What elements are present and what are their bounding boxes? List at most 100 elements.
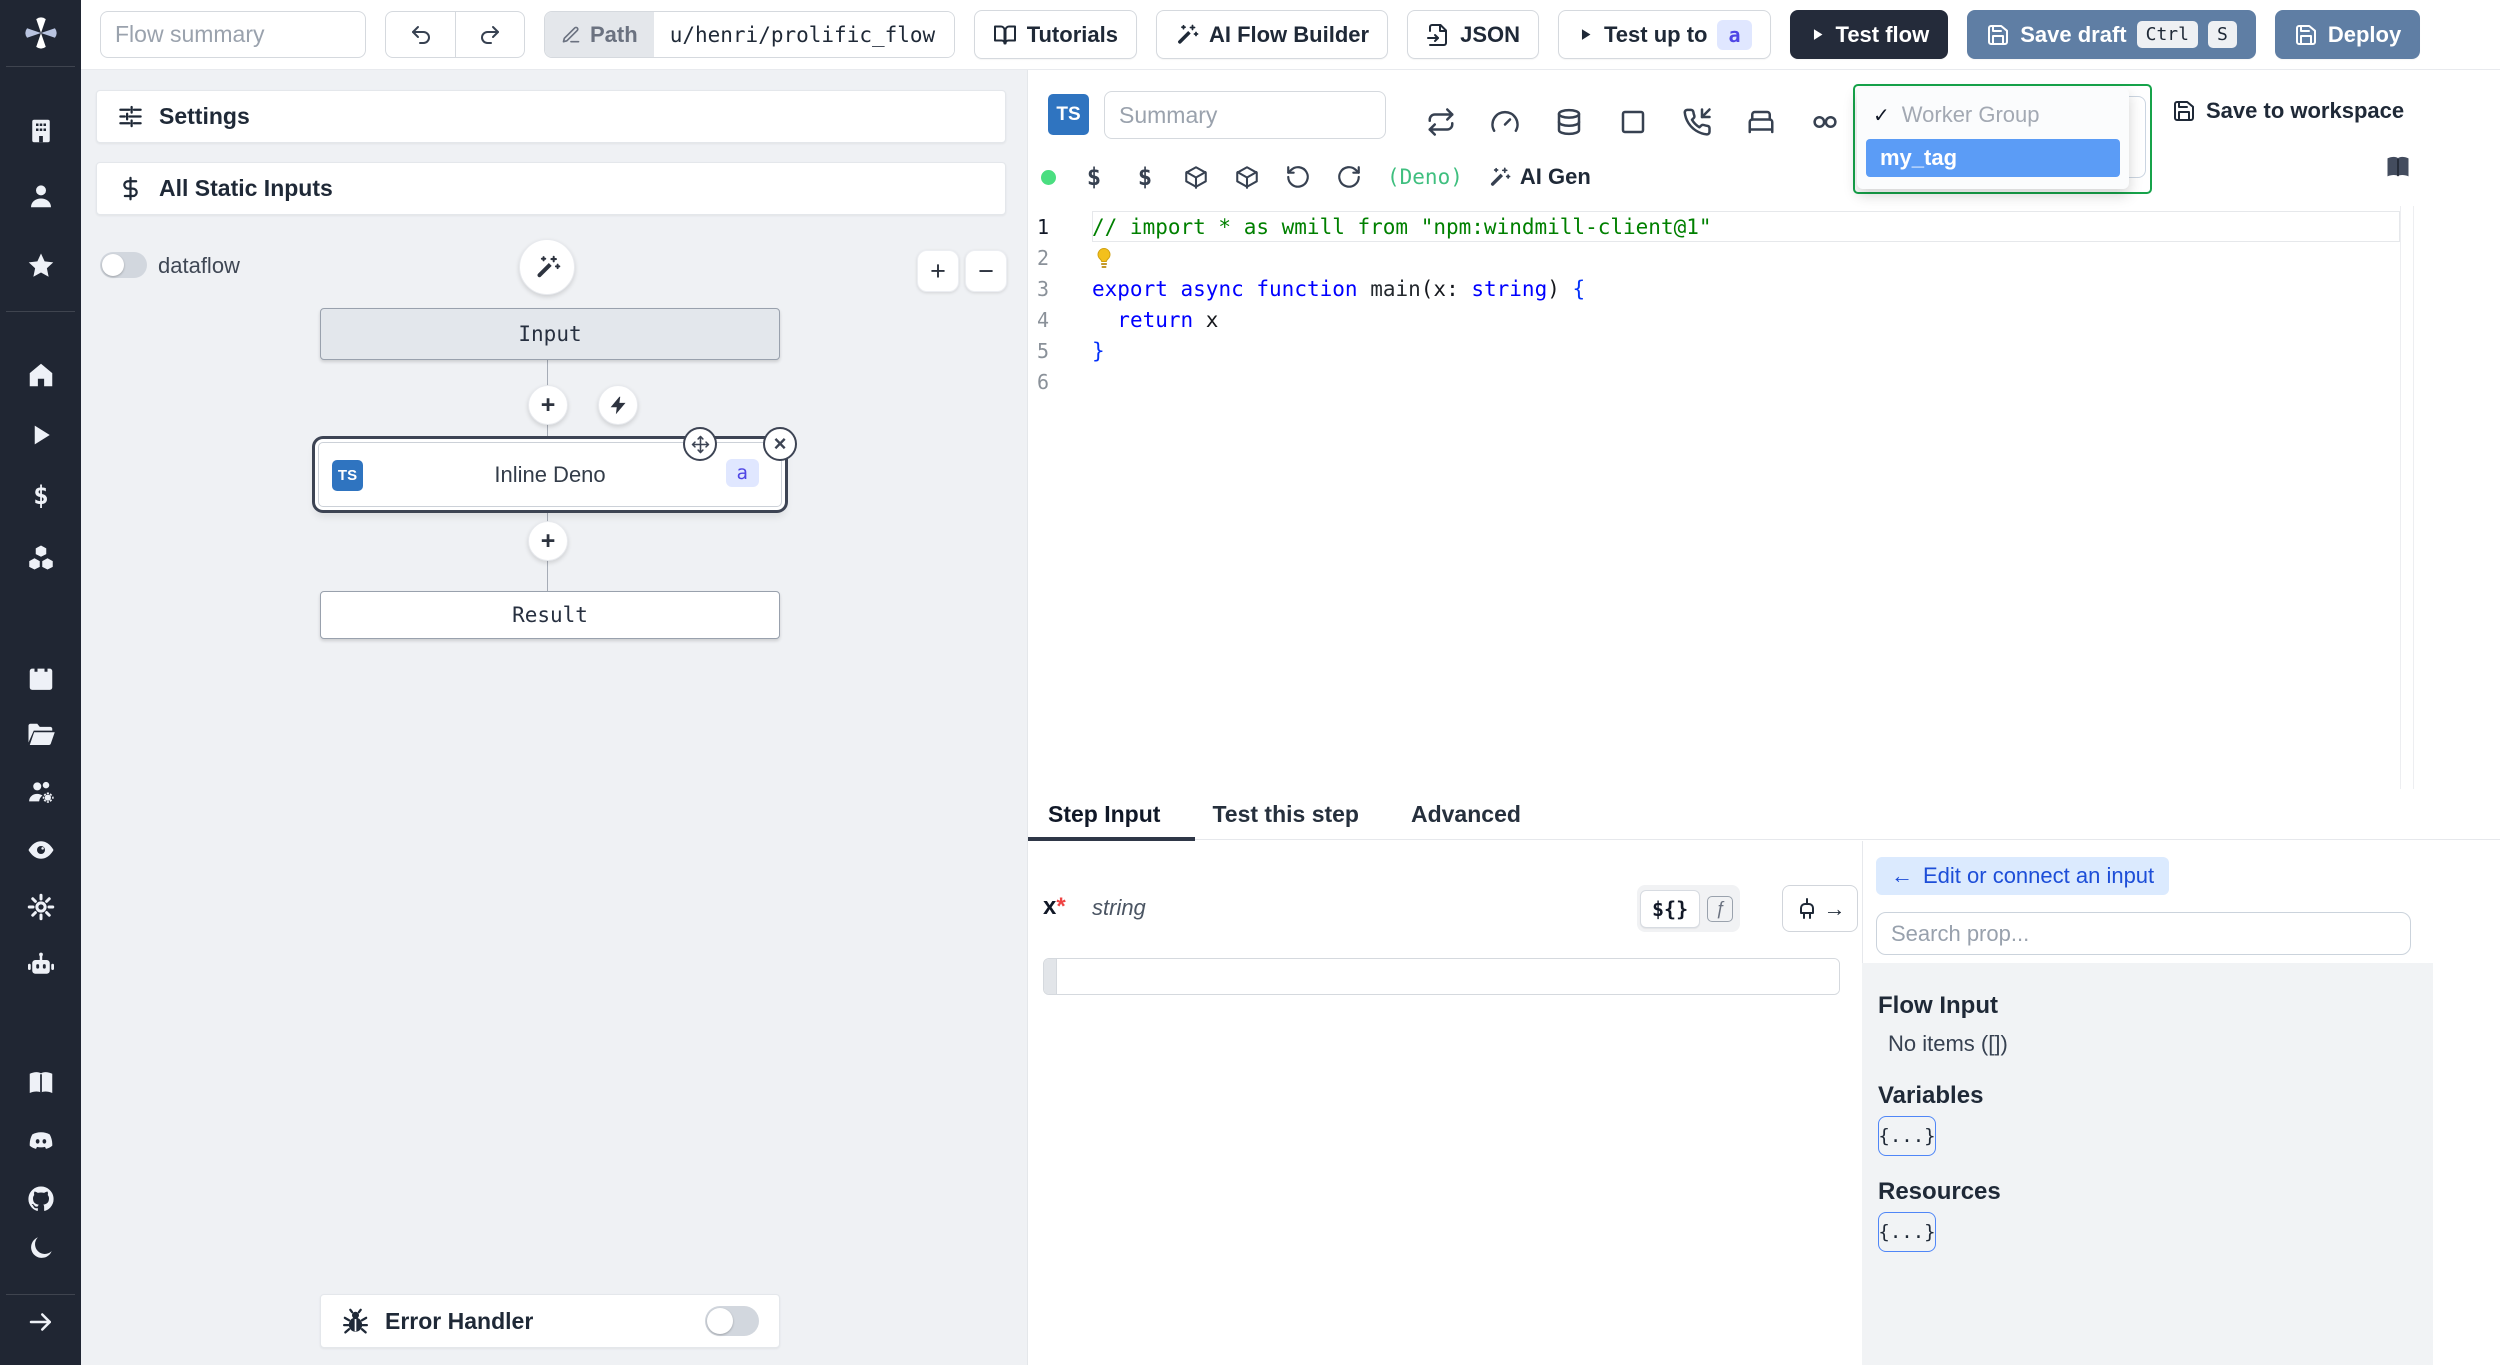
save-to-workspace-button[interactable]: Save to workspace [2172,98,2404,124]
step-settings-toolbar [1426,107,1840,137]
check-icon: ✓ [1873,104,1890,127]
deploy-button[interactable]: Deploy [2274,10,2421,59]
gear-icon[interactable] [26,892,56,922]
flow-node-result[interactable]: Result [320,591,780,639]
test-up-to-button[interactable]: Test up to a [1558,10,1771,59]
redo-button[interactable] [455,12,524,57]
editor-edge-divider [2413,206,2414,789]
eye-icon[interactable] [26,835,56,865]
error-handler-toggle[interactable] [705,1306,759,1336]
moon-icon[interactable] [26,1233,56,1263]
save-icon [2172,99,2196,123]
docs-book-icon[interactable] [2384,154,2412,182]
editor-action-icons: $ $ [1081,163,1362,191]
book-open-icon [993,23,1017,47]
all-static-inputs-row[interactable]: All Static Inputs [96,162,1006,215]
tab-test-this-step[interactable]: Test this step [1212,801,1359,828]
flow-settings-row[interactable]: Settings [96,90,1006,143]
arrow-right-icon: → [1823,895,1846,921]
worker-group-menu-header[interactable]: ✓ Worker Group [1857,97,2129,133]
undo-button[interactable] [386,12,455,57]
input-mode-toggle-group: ${} ƒ [1637,885,1741,932]
ai-gen-button[interactable]: AI Gen [1488,164,1591,190]
function-mode-button[interactable]: ƒ [1703,894,1737,924]
building-icon[interactable] [26,116,56,146]
resources-object-button[interactable]: {...} [1878,1212,1936,1252]
error-handler-row[interactable]: Error Handler [320,1294,780,1348]
dollar-icon[interactable]: $ [1132,163,1158,191]
code-editor[interactable]: 1 // import * as wmill from "npm:windmill… [1028,211,2400,397]
path-field-group[interactable]: Path u/henri/prolific_flow [544,11,955,58]
json-button[interactable]: JSON [1407,10,1539,59]
tutorials-button[interactable]: Tutorials [973,10,1137,59]
minus-icon: − [978,255,994,286]
calendar-icon[interactable] [26,663,56,693]
tab-advanced[interactable]: Advanced [1411,801,1521,828]
bot-icon[interactable] [26,950,56,980]
template-mode-button[interactable]: ${} [1640,889,1701,928]
windmill-logo-icon[interactable] [19,11,63,55]
variables-object-button[interactable]: {...} [1878,1116,1936,1156]
field-x-input[interactable] [1057,959,1839,994]
step-summary-input[interactable] [1104,91,1386,139]
sidebar-divider [6,311,75,312]
package-icon[interactable] [1183,164,1209,190]
flow-summary-input[interactable] [100,11,366,58]
tab-step-input[interactable]: Step Input [1048,801,1160,828]
arrow-right-icon[interactable] [26,1307,56,1337]
search-prop-input[interactable] [1876,912,2411,955]
discord-icon[interactable] [26,1127,56,1157]
rotate-ccw-icon[interactable] [1285,164,1311,190]
ai-wand-button[interactable] [519,239,575,295]
users-gear-icon[interactable] [26,777,56,807]
line-number: 6 [1037,369,1050,394]
github-icon[interactable] [26,1184,56,1214]
test-flow-button[interactable]: Test flow [1789,10,1949,59]
code-line: 4 return x [1028,304,2400,335]
home-icon[interactable] [26,360,56,390]
save-icon [2294,23,2318,47]
bed-icon[interactable] [1746,107,1776,137]
boxes-icon[interactable] [26,543,56,573]
editor-grip[interactable] [1044,959,1057,994]
lightbulb-icon[interactable] [1092,246,1116,270]
play-icon[interactable] [26,420,56,450]
book-icon[interactable] [26,1069,56,1099]
save-draft-button[interactable]: Save draft Ctrl S [1967,10,2256,59]
phone-incoming-icon[interactable] [1682,107,1712,137]
path-value[interactable]: u/henri/prolific_flow [653,12,954,57]
worker-group-option-selected[interactable]: my_tag [1866,139,2120,177]
move-node-button[interactable] [683,427,717,461]
dataflow-toggle[interactable] [100,252,147,278]
refresh-cw-icon[interactable] [1336,164,1362,190]
dollar-icon[interactable]: $ [1081,163,1107,191]
save-icon [1986,23,2010,47]
play-icon [1577,26,1594,43]
zoom-in-button[interactable]: + [917,250,959,292]
shortcut-key-ctrl: Ctrl [2136,21,2198,48]
add-step-button[interactable]: + [528,521,568,561]
resources-title: Resources [1878,1178,2001,1205]
trigger-bolt-button[interactable] [598,385,638,425]
editor-quick-toolbar: $ $ (Deno) AI Gen [1041,156,1591,198]
zoom-out-button[interactable]: − [965,250,1007,292]
star-icon[interactable] [26,251,56,281]
pencil-icon [561,25,581,45]
connect-input-button[interactable]: → [1782,885,1858,932]
database-icon[interactable] [1554,107,1584,137]
package-icon[interactable] [1234,164,1260,190]
ai-flow-builder-button[interactable]: AI Flow Builder [1155,10,1389,59]
gauge-icon[interactable] [1490,107,1520,137]
loop-icon[interactable] [1810,107,1840,137]
delete-node-button[interactable]: × [763,427,797,461]
folder-open-icon[interactable] [26,720,56,750]
user-icon[interactable] [26,181,56,211]
square-icon[interactable] [1618,107,1648,137]
edit-or-connect-button[interactable]: ← Edit or connect an input [1876,857,2170,895]
dollar-icon[interactable]: $ [26,481,56,511]
worker-group-label: Worker Group [1901,102,2040,127]
add-step-button[interactable]: + [528,385,568,425]
flow-node-input[interactable]: Input [320,308,780,360]
flow-input-title: Flow Input [1878,992,1998,1019]
repeat-icon[interactable] [1426,107,1456,137]
